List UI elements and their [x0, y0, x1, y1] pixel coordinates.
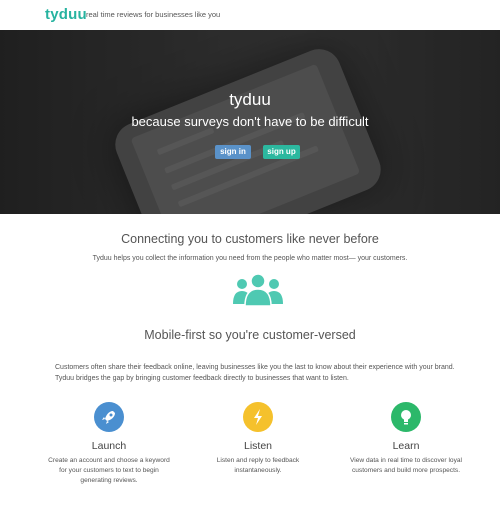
people-group-icon: [233, 273, 283, 307]
lightbulb-icon: [391, 402, 421, 432]
feature-listen: Listen Listen and reply to feedback inst…: [193, 402, 323, 476]
lightning-icon: [243, 402, 273, 432]
connect-section-title: Connecting you to customers like never b…: [121, 232, 379, 246]
connect-section-text: Tyduu helps you collect the information …: [92, 255, 408, 262]
sign-in-button[interactable]: sign in: [215, 145, 251, 159]
feature-learn: Learn View data in real time to discover…: [341, 402, 471, 476]
hero-title: tyduu: [229, 90, 271, 109]
rocket-icon: [94, 402, 124, 432]
sign-up-button[interactable]: sign up: [263, 145, 300, 159]
hero-subtitle: because surveys don't have to be difficu…: [131, 114, 369, 129]
header-tagline: real time reviews for businesses like yo…: [86, 10, 221, 19]
feature-title: Learn: [392, 440, 420, 452]
feature-text: Listen and reply to feedback instantaneo…: [216, 457, 300, 474]
feature-text: View data in real time to discover loyal…: [349, 457, 463, 474]
feature-title: Listen: [243, 440, 273, 452]
mobile-section-title: Mobile-first so you're customer-versed: [144, 328, 356, 342]
brand-logo[interactable]: tyduu: [45, 6, 87, 23]
mobile-section-text: Customers often share their feedback onl…: [55, 364, 455, 382]
hero-banner: tyduu because surveys don't have to be d…: [0, 30, 500, 214]
top-navbar: tyduu real time reviews for businesses l…: [0, 0, 500, 30]
feature-launch: Launch Create an account and choose a ke…: [44, 402, 174, 486]
feature-text: Create an account and choose a keyword f…: [48, 457, 170, 484]
feature-title: Launch: [91, 440, 127, 452]
